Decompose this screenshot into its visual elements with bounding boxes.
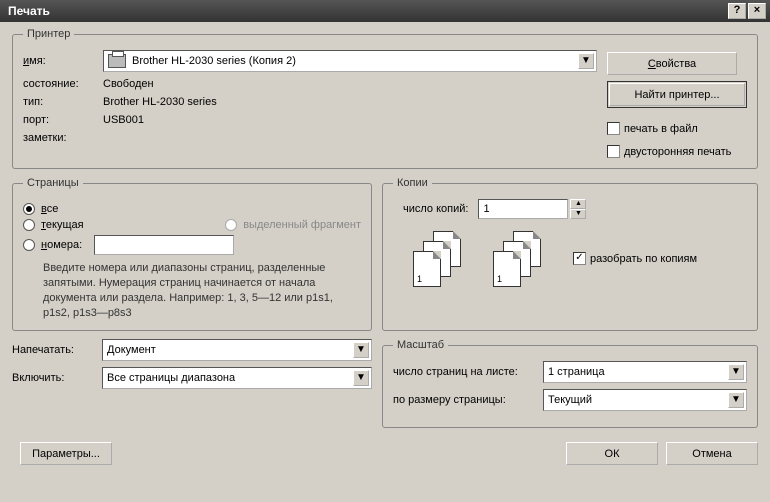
- zoom-legend: Масштаб: [393, 339, 448, 351]
- include-value: Все страницы диапазона: [107, 372, 349, 384]
- print-include-col: Напечатать: Документ ▼ Включить: Все стр…: [12, 339, 372, 428]
- page-stack-2: 3 2 1: [493, 231, 543, 286]
- duplex-checkbox[interactable]: [607, 145, 620, 158]
- printer-type-label: тип:: [23, 96, 103, 108]
- help-button[interactable]: ?: [728, 3, 746, 19]
- scale-to-dropdown[interactable]: Текущий ▼: [543, 389, 747, 411]
- bottom-bar: Параметры... ОК Отмена: [12, 442, 758, 465]
- printer-icon: [108, 54, 126, 68]
- pages-current-radio[interactable]: [23, 219, 35, 231]
- pages-per-sheet-dropdown[interactable]: 1 страница ▼: [543, 361, 747, 383]
- printer-port-label: порт:: [23, 114, 103, 126]
- pages-per-sheet-label: число страниц на листе:: [393, 366, 543, 378]
- chevron-down-icon: ▼: [728, 364, 744, 380]
- pages-numbers-label: номера:: [41, 239, 82, 251]
- printer-port-value: USB001: [103, 114, 144, 126]
- printer-name-dropdown[interactable]: Brother HL-2030 series (Копия 2) ▼: [103, 50, 597, 72]
- copies-count-input[interactable]: 1: [478, 199, 568, 219]
- pages-per-sheet-value: 1 страница: [548, 366, 724, 378]
- cancel-button[interactable]: Отмена: [666, 442, 758, 465]
- pages-group: Страницы все текущая выделенный фрагмент…: [12, 177, 372, 331]
- print-what-value: Документ: [107, 344, 349, 356]
- ok-button[interactable]: ОК: [566, 442, 658, 465]
- pages-current-label: текущая: [41, 219, 84, 231]
- properties-button[interactable]: Свойства: [607, 52, 737, 75]
- zoom-group: Масштаб число страниц на листе: 1 страни…: [382, 339, 758, 428]
- options-button[interactable]: Параметры...: [20, 442, 112, 465]
- print-to-file-label: печать в файл: [624, 123, 698, 135]
- copies-count-label: число копий:: [403, 203, 468, 215]
- scale-to-label: по размеру страницы:: [393, 394, 543, 406]
- printer-type-value: Brother HL-2030 series: [103, 96, 217, 108]
- copies-spinner[interactable]: 1 ▲ ▼: [478, 199, 586, 219]
- scale-to-value: Текущий: [548, 394, 724, 406]
- close-button[interactable]: ×: [748, 3, 766, 19]
- pages-all-radio[interactable]: [23, 203, 35, 215]
- printer-state-label: состояние:: [23, 78, 103, 90]
- include-dropdown[interactable]: Все страницы диапазона ▼: [102, 367, 372, 389]
- spin-up-icon[interactable]: ▲: [570, 199, 586, 209]
- printer-name-value: Brother HL-2030 series (Копия 2): [132, 55, 574, 67]
- find-printer-button[interactable]: Найти принтер...: [609, 83, 745, 106]
- collate-checkbox[interactable]: ✓: [573, 252, 586, 265]
- printer-legend: Принтер: [23, 28, 74, 40]
- copies-legend: Копии: [393, 177, 432, 189]
- printer-notes-label: заметки:: [23, 132, 103, 144]
- window-title: Печать: [8, 4, 726, 18]
- chevron-down-icon: ▼: [728, 392, 744, 408]
- title-bar: Печать ? ×: [0, 0, 770, 22]
- pages-selection-radio: [225, 219, 237, 231]
- pages-legend: Страницы: [23, 177, 83, 189]
- find-printer-frame: Найти принтер...: [607, 81, 747, 108]
- pages-all-label: все: [41, 203, 58, 215]
- page-stack-1: 3 2 1: [413, 231, 463, 286]
- pages-numbers-radio[interactable]: [23, 239, 35, 251]
- pages-numbers-input[interactable]: [94, 235, 234, 255]
- dialog-body: Принтер имя: Brother HL-2030 series (Коп…: [0, 22, 770, 475]
- chevron-down-icon: ▼: [353, 370, 369, 386]
- print-what-dropdown[interactable]: Документ ▼: [102, 339, 372, 361]
- include-label: Включить:: [12, 372, 102, 384]
- copies-group: Копии число копий: 1 ▲ ▼ 3 2 1: [382, 177, 758, 331]
- chevron-down-icon: ▼: [353, 342, 369, 358]
- pages-hint: Введите номера или диапазоны страниц, ра…: [23, 261, 361, 320]
- spin-down-icon[interactable]: ▼: [570, 209, 586, 219]
- printer-name-label: имя:: [23, 55, 103, 67]
- print-to-file-checkbox[interactable]: [607, 122, 620, 135]
- print-what-label: Напечатать:: [12, 344, 102, 356]
- duplex-label: двусторонняя печать: [624, 146, 731, 158]
- printer-state-value: Свободен: [103, 78, 154, 90]
- chevron-down-icon: ▼: [578, 53, 594, 69]
- printer-group: Принтер имя: Brother HL-2030 series (Коп…: [12, 28, 758, 169]
- collate-label: разобрать по копиям: [590, 253, 697, 265]
- collate-preview: 3 2 1 3 2 1 ✓ разобрать по копиям: [413, 231, 747, 286]
- printer-actions: Свойства Найти принтер... печать в файл …: [597, 50, 747, 158]
- pages-selection-label: выделенный фрагмент: [243, 219, 361, 231]
